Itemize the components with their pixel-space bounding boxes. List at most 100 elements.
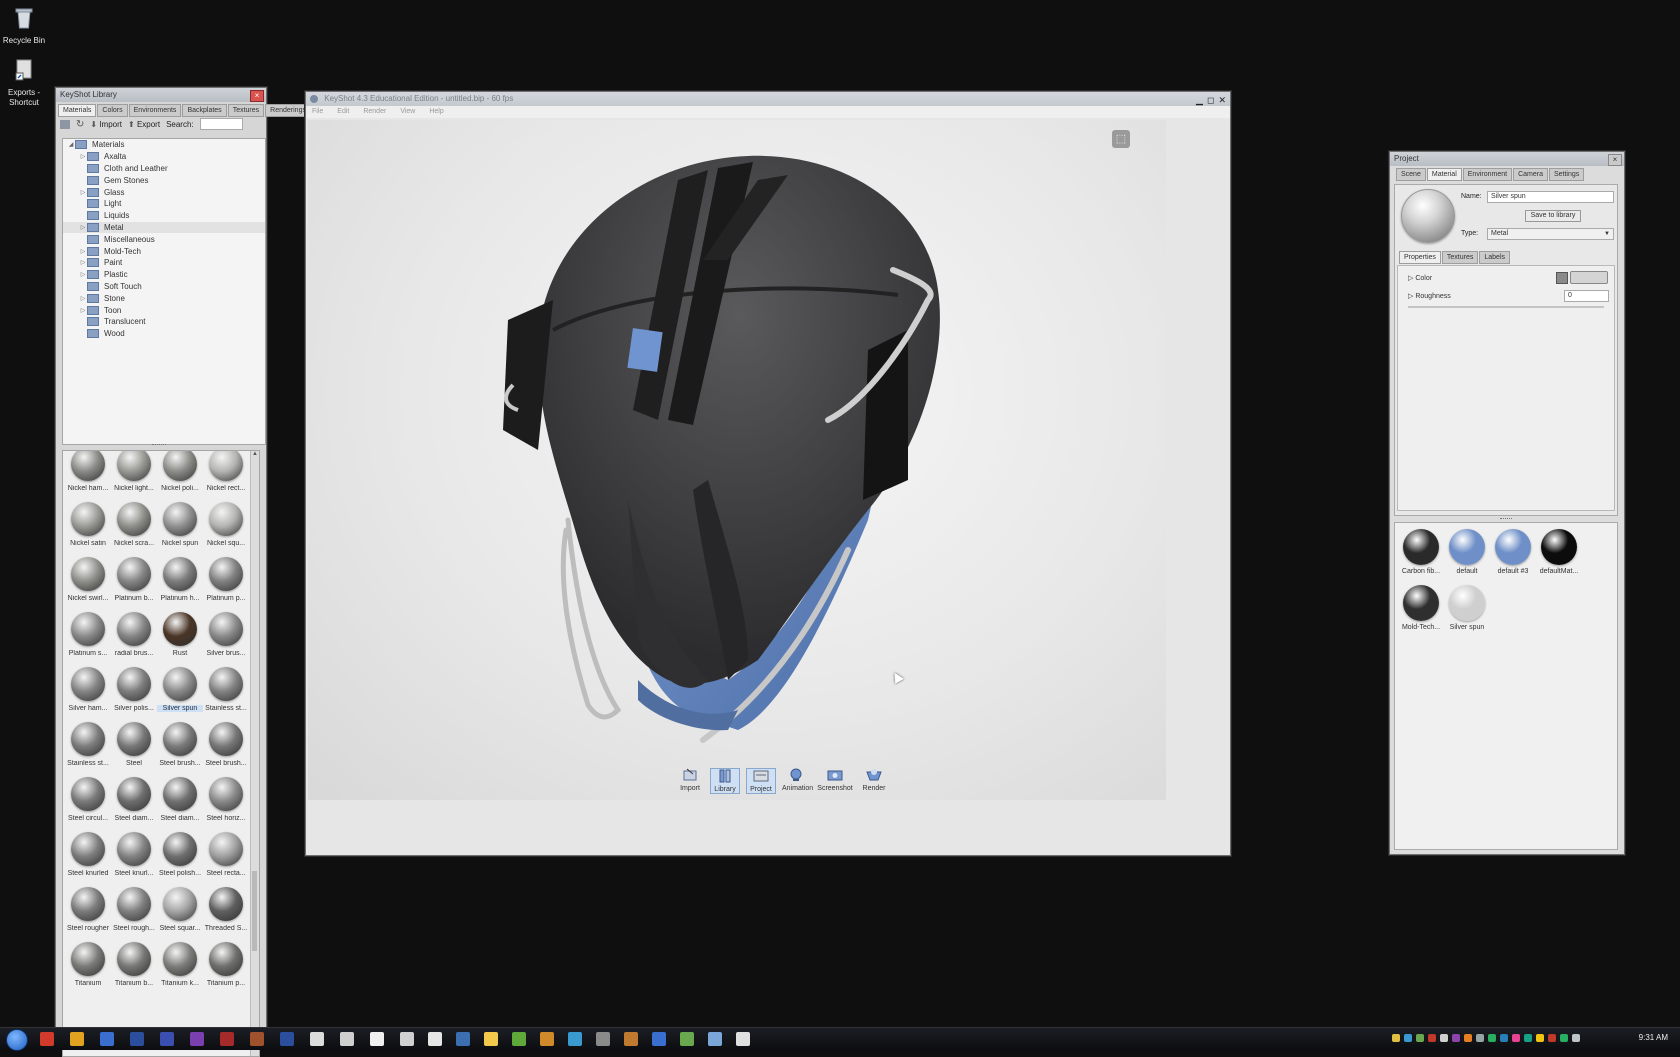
tree-item[interactable]: Cloth and Leather	[63, 163, 265, 175]
scene-material-thumbnail[interactable]: default #3	[1491, 527, 1535, 575]
scroll-up-icon[interactable]: ▲	[251, 451, 259, 457]
material-thumbnail[interactable]: Steel recta...	[203, 830, 249, 884]
tray-icon[interactable]	[1392, 1034, 1400, 1042]
app-taskbar-icon[interactable]	[568, 1032, 582, 1046]
toolbar-project-button[interactable]: Project	[746, 768, 776, 794]
material-thumbnail[interactable]: Titanium b...	[111, 940, 157, 994]
roughness-slider[interactable]	[1408, 306, 1604, 308]
tab-textures-sub[interactable]: Textures	[1441, 251, 1479, 264]
tray-icon[interactable]	[1560, 1034, 1568, 1042]
notepad-taskbar-icon[interactable]	[340, 1032, 354, 1046]
close-button[interactable]: ✕	[1218, 93, 1226, 107]
export-button[interactable]: ⬆ Export	[128, 120, 160, 129]
tray-icon[interactable]	[1512, 1034, 1520, 1042]
expand-icon[interactable]: ▷	[79, 248, 87, 255]
app-taskbar-icon[interactable]	[596, 1032, 610, 1046]
scroll-thumb[interactable]	[252, 871, 257, 951]
tab-camera[interactable]: Camera	[1513, 168, 1548, 181]
tray-icon[interactable]	[1404, 1034, 1412, 1042]
tree-item[interactable]: ▷ Glass	[63, 186, 265, 198]
import-button[interactable]: ⬇ Import	[90, 120, 122, 129]
scene-material-thumbnail[interactable]: default	[1445, 527, 1489, 575]
texture-picker-icon[interactable]	[1556, 272, 1568, 284]
material-thumbnail[interactable]: Silver polis...	[111, 665, 157, 719]
menu-view[interactable]: View	[400, 106, 415, 118]
expand-icon[interactable]: ▷	[79, 224, 87, 231]
tree-item[interactable]: ▷ Stone	[63, 292, 265, 304]
material-thumbnail[interactable]: Nickel squ...	[203, 500, 249, 554]
app-taskbar-icon[interactable]	[400, 1032, 414, 1046]
material-thumbnail[interactable]: Nickel poli...	[157, 451, 203, 499]
app-taskbar-icon[interactable]	[370, 1032, 384, 1046]
material-thumbnail[interactable]: Steel horiz...	[203, 775, 249, 829]
toolbar-library-button[interactable]: Library	[710, 768, 740, 794]
main-titlebar[interactable]: KeyShot 4.3 Educational Edition - untitl…	[306, 92, 1230, 106]
toolbar-render-button[interactable]: Render	[860, 768, 888, 794]
material-thumbnail[interactable]: Nickel rect...	[203, 451, 249, 499]
tab-material[interactable]: Material	[1426, 168, 1462, 181]
tray-icon[interactable]	[1476, 1034, 1484, 1042]
desktop-icon-recycle-bin[interactable]: Recycle Bin	[0, 6, 48, 46]
tree-item[interactable]: ▷ Metal	[63, 221, 265, 234]
search-input[interactable]	[199, 118, 243, 130]
tree-item[interactable]: Light	[63, 198, 265, 210]
material-thumbnail[interactable]: Steel squar...	[157, 885, 203, 939]
app-taskbar-icon[interactable]	[624, 1032, 638, 1046]
illustrator-taskbar-icon[interactable]	[220, 1032, 234, 1046]
splitter-handle-project[interactable]	[1500, 518, 1512, 519]
material-thumbnail[interactable]: Steel knurled	[65, 830, 111, 884]
material-thumbnail[interactable]: Steel diam...	[157, 775, 203, 829]
tray-icon[interactable]	[1500, 1034, 1508, 1042]
explorer-taskbar-icon[interactable]	[456, 1032, 470, 1046]
chrome-taskbar-icon[interactable]	[40, 1032, 54, 1046]
scene-material-thumbnail[interactable]: defaultMat...	[1537, 527, 1581, 575]
tab-labels[interactable]: Labels	[1479, 251, 1511, 264]
tree-item[interactable]: ▷ Paint	[63, 257, 265, 269]
tray-icon[interactable]	[1440, 1034, 1448, 1042]
material-thumbnail[interactable]: Nickel scra...	[111, 500, 157, 554]
tray-icon[interactable]	[1452, 1034, 1460, 1042]
indesign-taskbar-icon[interactable]	[250, 1032, 264, 1046]
tray-icon[interactable]	[1488, 1034, 1496, 1042]
material-thumbnail[interactable]: Nickel spun	[157, 500, 203, 554]
tab-scene[interactable]: Scene	[1396, 168, 1426, 181]
tab-settings[interactable]: Settings	[1548, 168, 1585, 181]
word-taskbar-icon[interactable]	[310, 1032, 324, 1046]
color-swatch[interactable]	[1570, 271, 1608, 284]
thumbnail-scrollbar[interactable]: ▲	[250, 451, 259, 1056]
tree-item[interactable]: Soft Touch	[63, 281, 265, 293]
material-thumbnail[interactable]: Threaded S...	[203, 885, 249, 939]
material-thumbnail[interactable]: Steel	[111, 720, 157, 774]
minimize-button[interactable]: ▁	[1196, 93, 1203, 107]
material-thumbnail[interactable]: Titanium	[65, 940, 111, 994]
material-thumbnail[interactable]: Steel circul...	[65, 775, 111, 829]
color-row[interactable]: ▷ Color	[1408, 274, 1432, 282]
tree-item[interactable]: Liquids	[63, 210, 265, 222]
material-thumbnail[interactable]: Platinum b...	[111, 555, 157, 609]
material-thumbnail[interactable]: Platinum p...	[203, 555, 249, 609]
tray-icon[interactable]	[1428, 1034, 1436, 1042]
tree-item[interactable]: ▷ Axalta	[63, 151, 265, 163]
tray-icon[interactable]	[1548, 1034, 1556, 1042]
expand-roughness-icon[interactable]: ▷	[1408, 293, 1413, 300]
menu-help[interactable]: Help	[429, 106, 443, 118]
toolbar-import-button[interactable]: Import	[676, 768, 704, 794]
scene-material-thumbnail[interactable]: Carbon fib...	[1399, 527, 1443, 575]
tree-item[interactable]: Translucent	[63, 316, 265, 328]
material-thumbnail[interactable]: Steel brush...	[203, 720, 249, 774]
material-thumbnail[interactable]: Steel brush...	[157, 720, 203, 774]
refresh-icon[interactable]: ↻	[76, 119, 84, 130]
tab-textures[interactable]: Textures	[227, 104, 265, 117]
material-thumbnail[interactable]: Titanium k...	[157, 940, 203, 994]
expand-icon[interactable]: ▷	[79, 259, 87, 266]
after-effects-taskbar-icon[interactable]	[160, 1032, 174, 1046]
menu-file[interactable]: File	[312, 106, 323, 118]
material-thumbnail[interactable]: Rust	[157, 610, 203, 664]
menu-render[interactable]: Render	[363, 106, 386, 118]
tab-properties[interactable]: Properties	[1399, 251, 1441, 264]
expand-icon[interactable]: ▷	[79, 189, 87, 196]
premiere-taskbar-icon[interactable]	[190, 1032, 204, 1046]
tree-item[interactable]: ▷ Plastic	[63, 269, 265, 281]
material-thumbnail[interactable]: Platinum s...	[65, 610, 111, 664]
material-thumbnail[interactable]: Nickel light...	[111, 451, 157, 499]
